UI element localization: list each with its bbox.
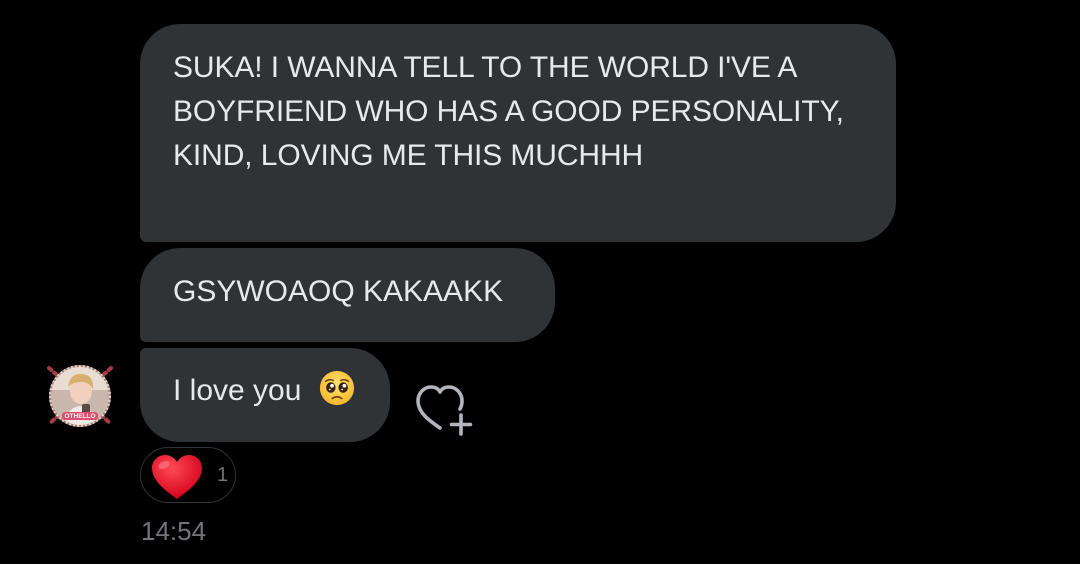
reaction-count: 1 <box>217 464 229 486</box>
add-reaction-button[interactable] <box>414 382 474 440</box>
heart-plus-icon <box>416 385 473 436</box>
pleading-face-icon <box>319 370 354 406</box>
avatar-badge-text: OTHELLO <box>64 413 95 420</box>
message-bubble-3[interactable]: I love you <box>140 348 390 442</box>
message-bubble-2[interactable]: GSYWOAOQ KAKAAKK <box>140 248 555 342</box>
reaction-pill[interactable]: 1 <box>140 447 236 503</box>
avatar[interactable]: OTHELLO <box>44 360 116 432</box>
message-text-1: SUKA! I WANNA TELL TO THE WORLD I'VE A B… <box>173 51 844 172</box>
message-text-2: GSYWOAOQ KAKAAKK <box>173 275 504 308</box>
red-heart-icon <box>152 455 202 499</box>
message-timestamp: 14:54 <box>141 516 207 546</box>
message-bubble-1[interactable]: SUKA! I WANNA TELL TO THE WORLD I'VE A B… <box>140 24 896 242</box>
message-text-3: I love you <box>173 374 302 408</box>
avatar-image: OTHELLO <box>47 365 113 427</box>
